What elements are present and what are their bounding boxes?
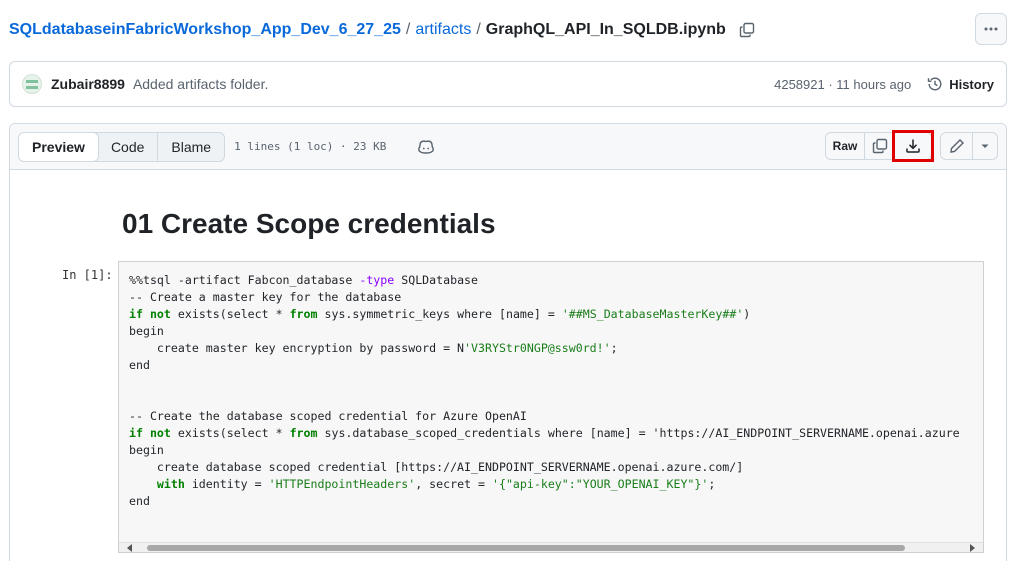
triangle-down-icon [981, 144, 989, 148]
code-line: create database scoped credential [https… [129, 460, 744, 474]
cell-prompt: In [1]: [62, 268, 113, 282]
file-header: Preview Code Blame 1 lines (1 loc) · 23 … [10, 124, 1006, 170]
more-options-button[interactable] [975, 13, 1007, 45]
history-button[interactable]: History [927, 76, 994, 92]
file-viewer: Preview Code Blame 1 lines (1 loc) · 23 … [9, 123, 1007, 561]
breadcrumb-separator: / [405, 21, 411, 38]
history-icon [928, 77, 942, 91]
notebook-heading: 01 Create Scope credentials [122, 208, 496, 239]
history-label: History [949, 76, 994, 92]
code-line: begin [129, 324, 164, 338]
horizontal-scrollbar[interactable] [119, 542, 983, 552]
breadcrumb: SQLdatabaseinFabricWorkshop_App_Dev_6_27… [9, 18, 756, 42]
code-line: if not exists(select * from sys.symmetri… [129, 307, 751, 321]
commit-hash-time[interactable]: 4258921 · 11 hours ago [774, 77, 911, 92]
code-line: with identity = 'HTTPEndpointHeaders', s… [156, 477, 716, 491]
code-line: end [129, 494, 150, 508]
copy-raw-button[interactable] [865, 133, 895, 159]
download-icon [906, 139, 920, 153]
breadcrumb-file-name: GraphQL_API_In_SQLDB.ipynb [485, 21, 726, 38]
edit-dropdown-button[interactable] [973, 133, 997, 159]
code-line: begin [129, 443, 164, 457]
avatar[interactable] [22, 74, 42, 94]
breadcrumb-separator: / [476, 21, 481, 38]
code-line: -- Create the database scoped credential… [129, 409, 527, 423]
copilot-icon[interactable] [416, 137, 436, 157]
code-cell: %%tsql -artifact Fabcon_database -type S… [118, 261, 984, 553]
download-raw-button[interactable] [892, 130, 934, 162]
copy-path-icon[interactable] [738, 21, 756, 39]
scroll-right-arrow-icon[interactable] [970, 544, 975, 552]
edit-group [940, 132, 998, 160]
pencil-icon [949, 139, 964, 153]
code-line: if not exists(select * from sys.database… [129, 426, 960, 440]
breadcrumb-repo-link[interactable]: SQLdatabaseinFabricWorkshop_App_Dev_6_27… [9, 21, 401, 39]
raw-copy-download-group: Raw [825, 130, 934, 162]
code-line: %%tsql -artifact Fabcon_database -type S… [129, 273, 479, 287]
copy-icon [872, 138, 887, 154]
commit-author[interactable]: Zubair8899 [51, 76, 125, 92]
code-line: create master key encryption by password… [129, 341, 618, 355]
code-line: -- Create a master key for the database [129, 290, 402, 304]
tab-blame[interactable]: Blame [158, 133, 224, 161]
raw-button[interactable]: Raw [826, 133, 865, 159]
view-mode-tabs: Preview Code Blame [18, 131, 226, 162]
latest-commit-bar: Zubair8899 Added artifacts folder. 42589… [9, 61, 1007, 107]
tab-code[interactable]: Code [98, 132, 159, 161]
breadcrumb-folder-link[interactable]: artifacts [415, 21, 471, 39]
scrollbar-thumb[interactable] [147, 545, 905, 551]
kebab-horizontal-icon [984, 27, 998, 31]
code-line: end [129, 358, 150, 372]
code-block: %%tsql -artifact Fabcon_database -type S… [119, 262, 983, 510]
scroll-left-arrow-icon[interactable] [127, 544, 132, 552]
edit-file-button[interactable] [941, 133, 973, 159]
tab-preview[interactable]: Preview [19, 132, 99, 161]
commit-message[interactable]: Added artifacts folder. [133, 76, 268, 92]
file-meta: 1 lines (1 loc) · 23 KB [234, 140, 387, 153]
